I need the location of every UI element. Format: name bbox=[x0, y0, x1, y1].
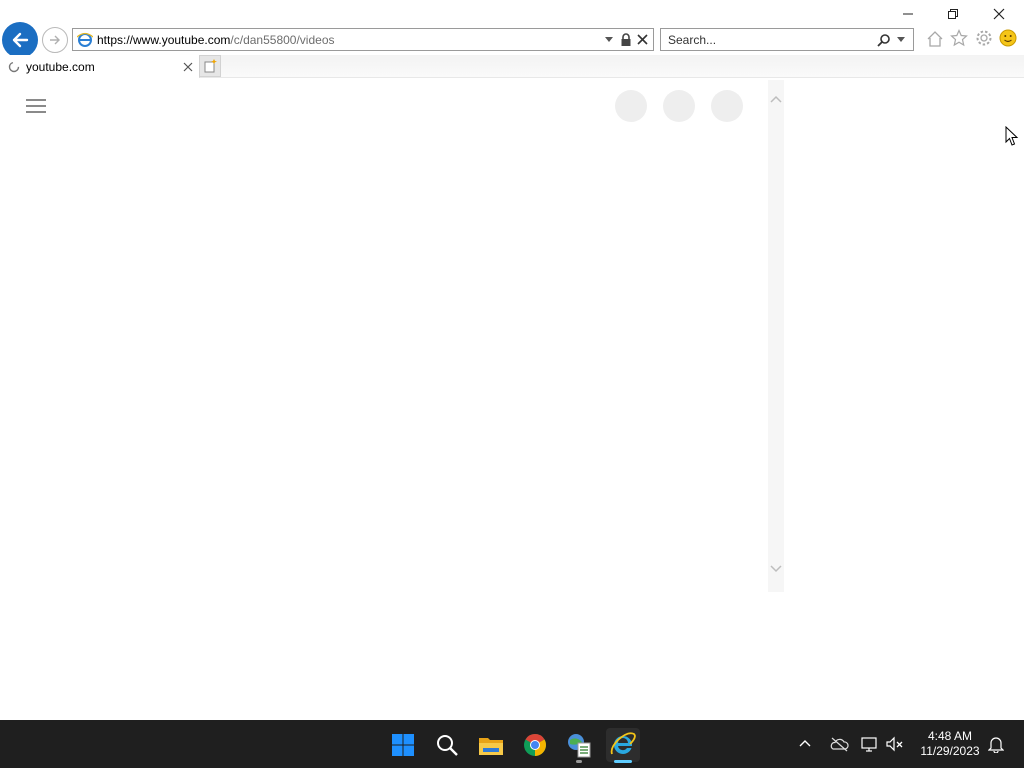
close-window-button[interactable] bbox=[976, 0, 1022, 28]
arrow-left-icon bbox=[12, 32, 29, 48]
internet-explorer-icon bbox=[610, 732, 636, 755]
scroll-down-icon[interactable] bbox=[769, 564, 783, 574]
smiley-feedback-icon[interactable] bbox=[999, 29, 1017, 47]
tab-close-icon[interactable] bbox=[183, 62, 193, 72]
loading-spinner-icon bbox=[8, 61, 20, 73]
search-icon[interactable] bbox=[877, 33, 891, 47]
notification-bell-icon[interactable] bbox=[988, 735, 1004, 753]
new-tab-icon bbox=[204, 59, 217, 73]
dropdown-arrow-icon[interactable] bbox=[605, 37, 613, 43]
search-input[interactable]: Search... bbox=[668, 33, 716, 47]
close-icon bbox=[993, 8, 1005, 20]
search-dropdown-icon[interactable] bbox=[897, 37, 905, 43]
minimize-button[interactable] bbox=[885, 0, 931, 28]
new-tab-button[interactable] bbox=[199, 55, 221, 77]
lock-icon[interactable] bbox=[620, 33, 632, 47]
address-bar[interactable]: https://www.youtube.com/c/dan55800/video… bbox=[72, 28, 654, 51]
search-box[interactable]: Search... bbox=[660, 28, 914, 51]
stop-icon[interactable] bbox=[637, 34, 648, 45]
tab-youtube[interactable]: youtube.com bbox=[0, 55, 200, 78]
favorites-star-icon[interactable] bbox=[950, 29, 968, 47]
home-icon[interactable] bbox=[926, 30, 944, 48]
scroll-up-icon[interactable] bbox=[769, 94, 783, 104]
chrome-button[interactable] bbox=[518, 728, 552, 762]
gear-icon[interactable] bbox=[975, 29, 993, 47]
arrow-right-icon bbox=[50, 35, 60, 45]
windows-logo-icon bbox=[392, 734, 414, 756]
internet-explorer-button[interactable] bbox=[606, 728, 640, 763]
clock-time: 4:48 AM bbox=[927, 729, 973, 743]
placeholder-circle-3 bbox=[711, 90, 743, 122]
restore-icon bbox=[948, 9, 958, 19]
network-icon[interactable] bbox=[861, 736, 879, 752]
restore-button[interactable] bbox=[930, 0, 976, 28]
start-button[interactable] bbox=[386, 728, 420, 762]
globe-checklist-icon bbox=[568, 734, 591, 758]
active-indicator bbox=[614, 760, 632, 763]
placeholder-circle-1 bbox=[615, 90, 647, 122]
ie-page-icon bbox=[77, 32, 93, 47]
search-icon bbox=[437, 735, 458, 756]
minimize-icon bbox=[903, 13, 913, 15]
chrome-icon bbox=[524, 734, 546, 756]
volume-muted-icon[interactable] bbox=[886, 736, 904, 752]
onedrive-offline-icon[interactable] bbox=[829, 736, 849, 752]
hamburger-menu-icon[interactable] bbox=[26, 99, 46, 113]
system-clock[interactable]: 4:48 AM 11/29/2023 bbox=[912, 729, 988, 759]
back-button[interactable] bbox=[2, 22, 38, 58]
forward-button[interactable] bbox=[42, 27, 68, 53]
vertical-scrollbar[interactable] bbox=[768, 80, 784, 592]
mouse-cursor-icon bbox=[1005, 126, 1019, 146]
running-indicator bbox=[576, 760, 582, 763]
taskbar-search-button[interactable] bbox=[430, 728, 464, 762]
chevron-up-icon[interactable] bbox=[798, 738, 812, 748]
folder-icon bbox=[479, 738, 503, 755]
control-panel-button[interactable] bbox=[562, 728, 596, 763]
tab-title: youtube.com bbox=[26, 60, 95, 74]
file-explorer-button[interactable] bbox=[474, 728, 508, 762]
placeholder-circle-2 bbox=[663, 90, 695, 122]
clock-date: 11/29/2023 bbox=[920, 744, 980, 758]
address-url: https://www.youtube.com/c/dan55800/video… bbox=[97, 33, 335, 47]
